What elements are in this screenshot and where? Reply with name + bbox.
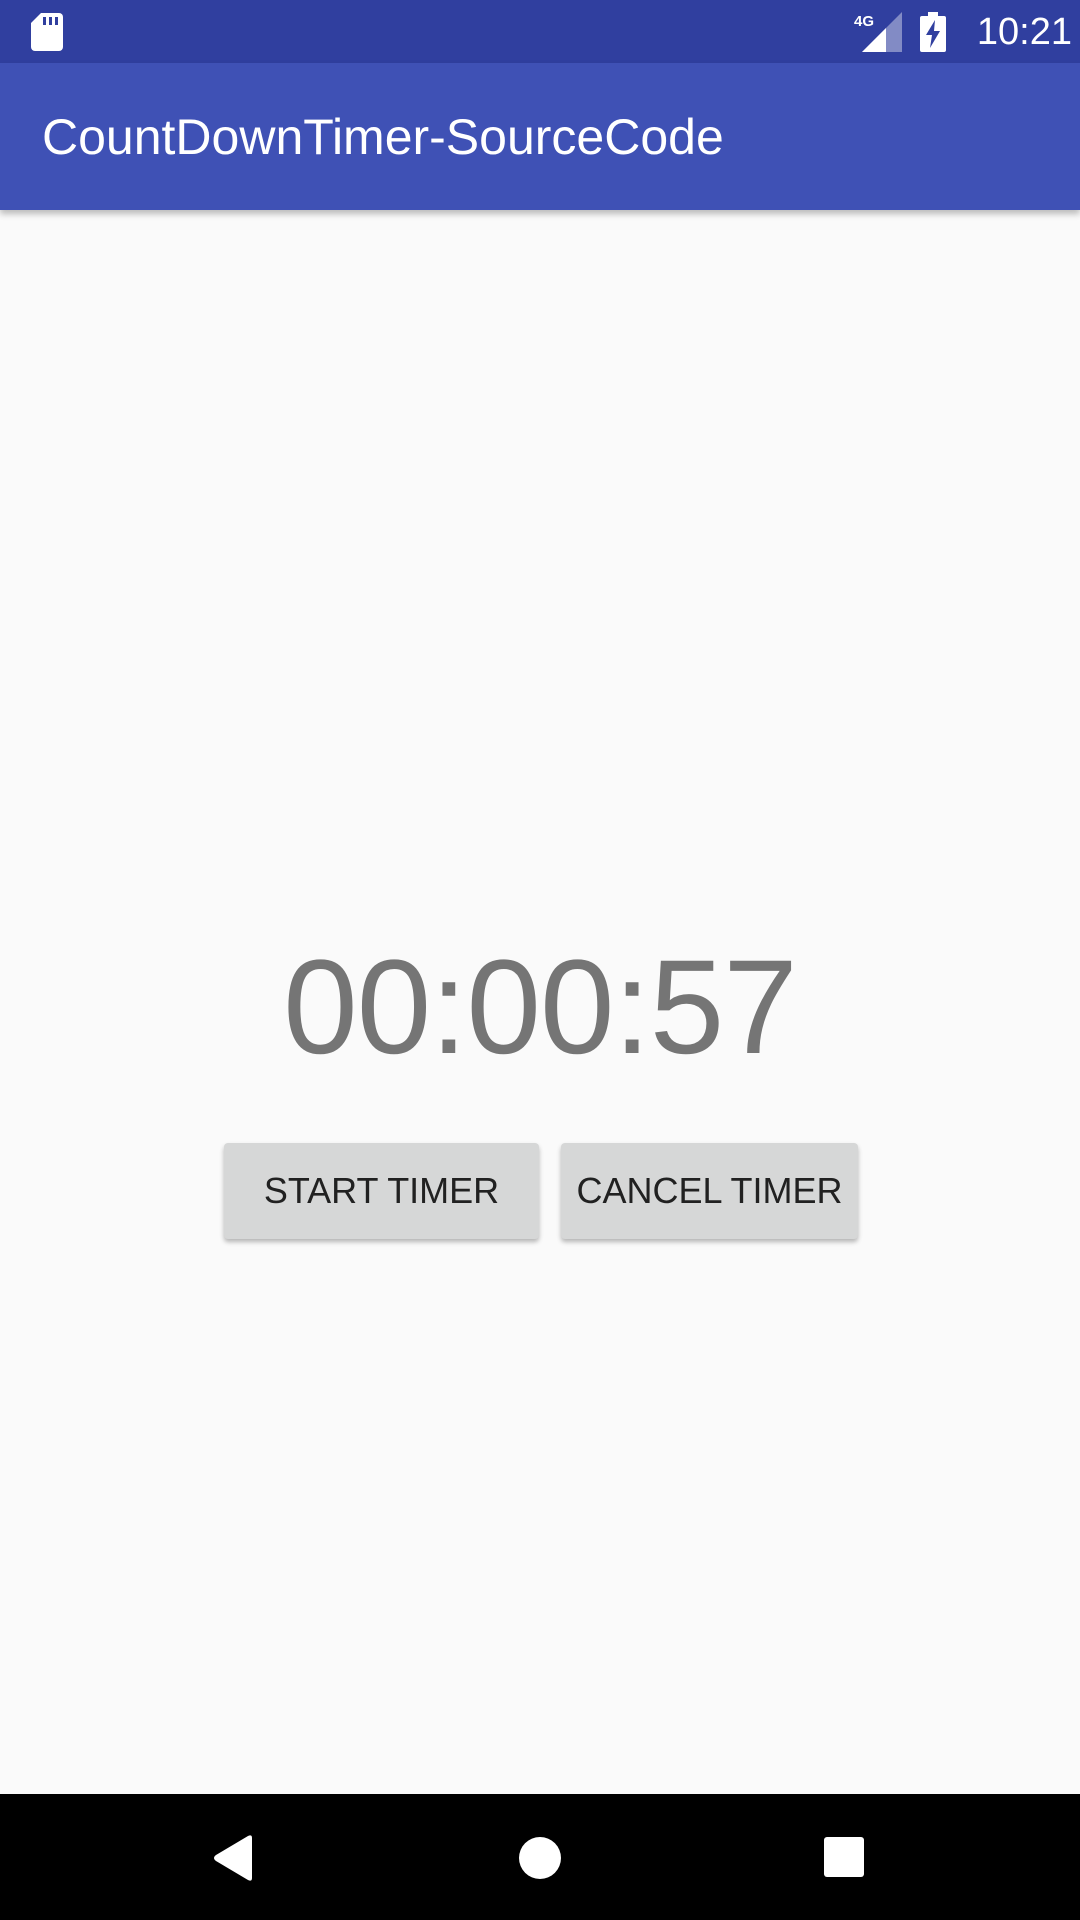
- main-content: 00:00:57 START TIMER CANCEL TIMER: [0, 210, 1080, 1794]
- network-type-label: 4G: [854, 13, 874, 30]
- back-icon[interactable]: [212, 1834, 256, 1882]
- home-icon[interactable]: [518, 1836, 562, 1880]
- recents-icon[interactable]: [824, 1837, 864, 1877]
- cancel-timer-button[interactable]: CANCEL TIMER: [561, 1143, 858, 1239]
- signal-icon: 4G: [854, 12, 902, 52]
- start-timer-button[interactable]: START TIMER: [224, 1143, 539, 1239]
- app-bar: CountDownTimer-SourceCode: [0, 63, 1080, 210]
- status-bar: 4G 10:21: [0, 0, 1080, 63]
- navigation-bar: [0, 1794, 1080, 1920]
- battery-charging-icon: [920, 12, 946, 52]
- timer-display: 00:00:57: [283, 933, 798, 1082]
- app-title: CountDownTimer-SourceCode: [42, 109, 724, 165]
- status-clock: 10:21: [976, 11, 1072, 53]
- sd-card-icon: [31, 13, 63, 51]
